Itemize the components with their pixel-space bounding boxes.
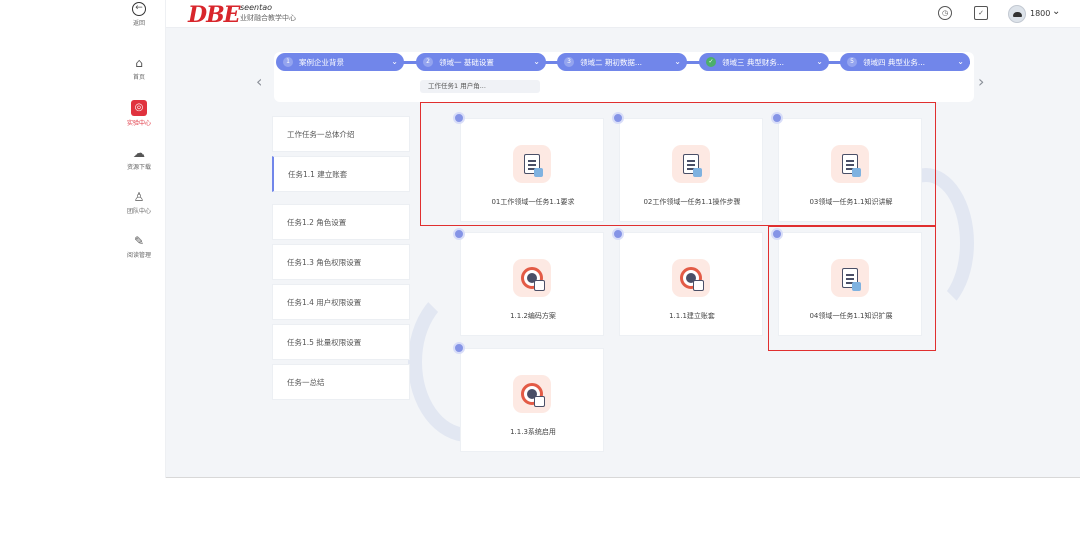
task-item[interactable]: 任务1.4 用户权限设置	[272, 284, 410, 320]
resource-card[interactable]: 1.1.2编码方案	[460, 232, 604, 336]
task-item[interactable]: 任务1.1 建立账套	[272, 156, 410, 192]
task-item[interactable]: 任务1.5 批量权限设置	[272, 324, 410, 360]
chevron-down-icon[interactable]: ⌄	[1052, 6, 1060, 17]
step-number: 2	[423, 57, 433, 67]
edit-icon: ✎	[133, 234, 145, 248]
task-item[interactable]: 任务一总结	[272, 364, 410, 400]
training-center-icon: ◎	[131, 100, 147, 116]
step-complete-icon: ✓	[706, 57, 716, 67]
sidebar-item-label: 阅读管理	[126, 252, 151, 259]
logo-seentao: seentao	[240, 3, 273, 12]
chevron-right-icon[interactable]: ›	[978, 72, 984, 91]
clock-icon[interactable]: ◷	[938, 6, 952, 20]
step-4[interactable]: ✓ 领域三 典型财务... ⌄	[699, 53, 829, 71]
resource-card[interactable]: 1.1.3系统启用	[460, 348, 604, 452]
back-label: 返回	[132, 20, 145, 27]
chevron-left-icon[interactable]: ‹	[256, 72, 262, 91]
highlight-box-top	[420, 102, 936, 226]
step-label: 领域三 典型财务...	[722, 57, 785, 67]
card-label: 1.1.2编码方案	[510, 312, 556, 320]
status-dot	[453, 342, 465, 354]
sidebar-item-team[interactable]: ♙ 团队中心	[112, 190, 166, 215]
step-number: 3	[564, 57, 574, 67]
settings-gear-icon	[513, 375, 551, 413]
step-label: 领域二 期初数据...	[580, 57, 643, 67]
sidebar-item-label: 资源下载	[126, 164, 151, 171]
step-2[interactable]: 2 领域一 基础设置 ⌄	[416, 53, 546, 71]
back-button[interactable]: ← 返回	[112, 2, 166, 27]
step-label: 案例企业背景	[299, 57, 344, 67]
back-arrow-icon: ←	[132, 2, 146, 16]
settings-gear-icon	[513, 259, 551, 297]
task-item[interactable]: 任务1.3 角色权限设置	[272, 244, 410, 280]
task-item[interactable]: 任务1.2 角色设置	[272, 204, 410, 240]
sidebar: ← 返回 ⌂ 首页 ◎ 实验中心 ☁ 资源下载 ♙ 团队中心 ✎ 阅读管理	[112, 0, 166, 478]
card-label: 1.1.3系统启用	[510, 428, 556, 436]
card-label: 1.1.1建立账套	[669, 312, 715, 320]
step-3[interactable]: 3 领域二 期初数据... ⌄	[557, 53, 687, 71]
sidebar-item-home[interactable]: ⌂ 首页	[112, 56, 166, 81]
home-icon: ⌂	[135, 56, 143, 70]
sidebar-item-reading[interactable]: ✎ 阅读管理	[112, 234, 166, 259]
logo-subtitle: 业财融合教学中心	[240, 14, 296, 22]
chevron-down-icon: ⌄	[816, 57, 823, 66]
cloud-download-icon: ☁	[133, 146, 145, 160]
sidebar-item-label: 实验中心	[126, 120, 151, 127]
top-bar: DBE seentao 业财融合教学中心 ◷ ✓ 1800 ⌄	[112, 0, 1080, 28]
step-5[interactable]: 5 领域四 典型业务... ⌄	[840, 53, 970, 71]
user-name[interactable]: 1800	[1030, 9, 1050, 18]
status-dot	[612, 228, 624, 240]
sidebar-item-download[interactable]: ☁ 资源下载	[112, 146, 166, 171]
substep-tab[interactable]: 工作任务1 用户角...	[420, 80, 540, 93]
sidebar-item-training[interactable]: ◎ 实验中心	[112, 100, 166, 127]
team-icon: ♙	[133, 190, 145, 204]
step-1[interactable]: 1 案例企业背景 ⌄	[276, 53, 404, 71]
chevron-down-icon: ⌄	[533, 57, 540, 66]
step-number: 5	[847, 57, 857, 67]
logo-dbe: DBE	[188, 2, 240, 28]
settings-gear-icon	[672, 259, 710, 297]
sidebar-item-label: 首页	[132, 74, 145, 81]
chevron-down-icon: ⌄	[957, 57, 964, 66]
chevron-down-icon: ⌄	[674, 57, 681, 66]
step-number: 1	[283, 57, 293, 67]
status-dot	[453, 228, 465, 240]
avatar[interactable]	[1008, 5, 1026, 23]
task-item[interactable]: 工作任务一总体介绍	[272, 116, 410, 152]
sidebar-item-label: 团队中心	[126, 208, 151, 215]
step-label: 领域四 典型业务...	[863, 57, 926, 67]
step-label: 领域一 基础设置	[439, 57, 494, 67]
highlight-box-bottom	[768, 226, 936, 351]
chevron-down-icon: ⌄	[391, 57, 398, 66]
calendar-icon[interactable]: ✓	[974, 6, 988, 20]
resource-card[interactable]: 1.1.1建立账套	[619, 232, 763, 336]
